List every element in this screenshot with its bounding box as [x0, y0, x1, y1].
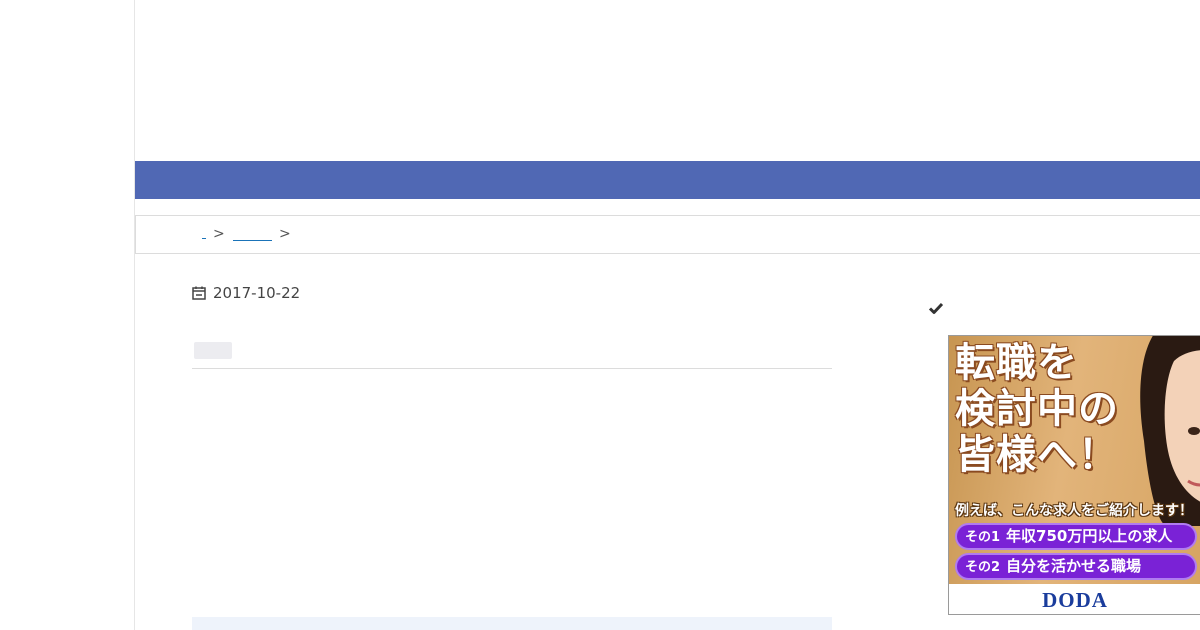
title-divider [192, 368, 832, 369]
ad-logo: DODA [1042, 588, 1108, 612]
content-box [192, 617, 832, 630]
ad-subheadline: 例えば、こんな求人をご紹介します！ [955, 503, 1193, 519]
post-date: 2017-10-22 [192, 284, 300, 302]
global-nav-bar[interactable] [135, 161, 1200, 199]
ad-headline: 転職を 検討中の 皆様へ！ [955, 340, 1119, 478]
site-header [135, 0, 1200, 161]
category-tag[interactable] [194, 342, 232, 359]
breadcrumb: > > [135, 215, 1200, 254]
left-rail [0, 0, 135, 630]
breadcrumb-category-link[interactable] [233, 228, 272, 241]
ad-pill-2: その2 自分を活かせる職場 [955, 553, 1197, 580]
breadcrumb-separator: > [213, 226, 225, 242]
ad-person-image [1140, 336, 1200, 526]
ad-footer: DODA [949, 584, 1200, 614]
calendar-icon [192, 286, 206, 300]
check-icon [928, 300, 944, 316]
breadcrumb-separator: > [279, 226, 291, 242]
ad-pill-1: その1 年収750万円以上の求人 [955, 523, 1197, 550]
breadcrumb-home-link[interactable] [202, 235, 206, 239]
post-date-text: 2017-10-22 [213, 284, 301, 302]
job-ad-banner[interactable]: 転職を 検討中の 皆様へ！ 例えば、こんな求人をご紹介します！ その1 年収750… [948, 335, 1200, 615]
